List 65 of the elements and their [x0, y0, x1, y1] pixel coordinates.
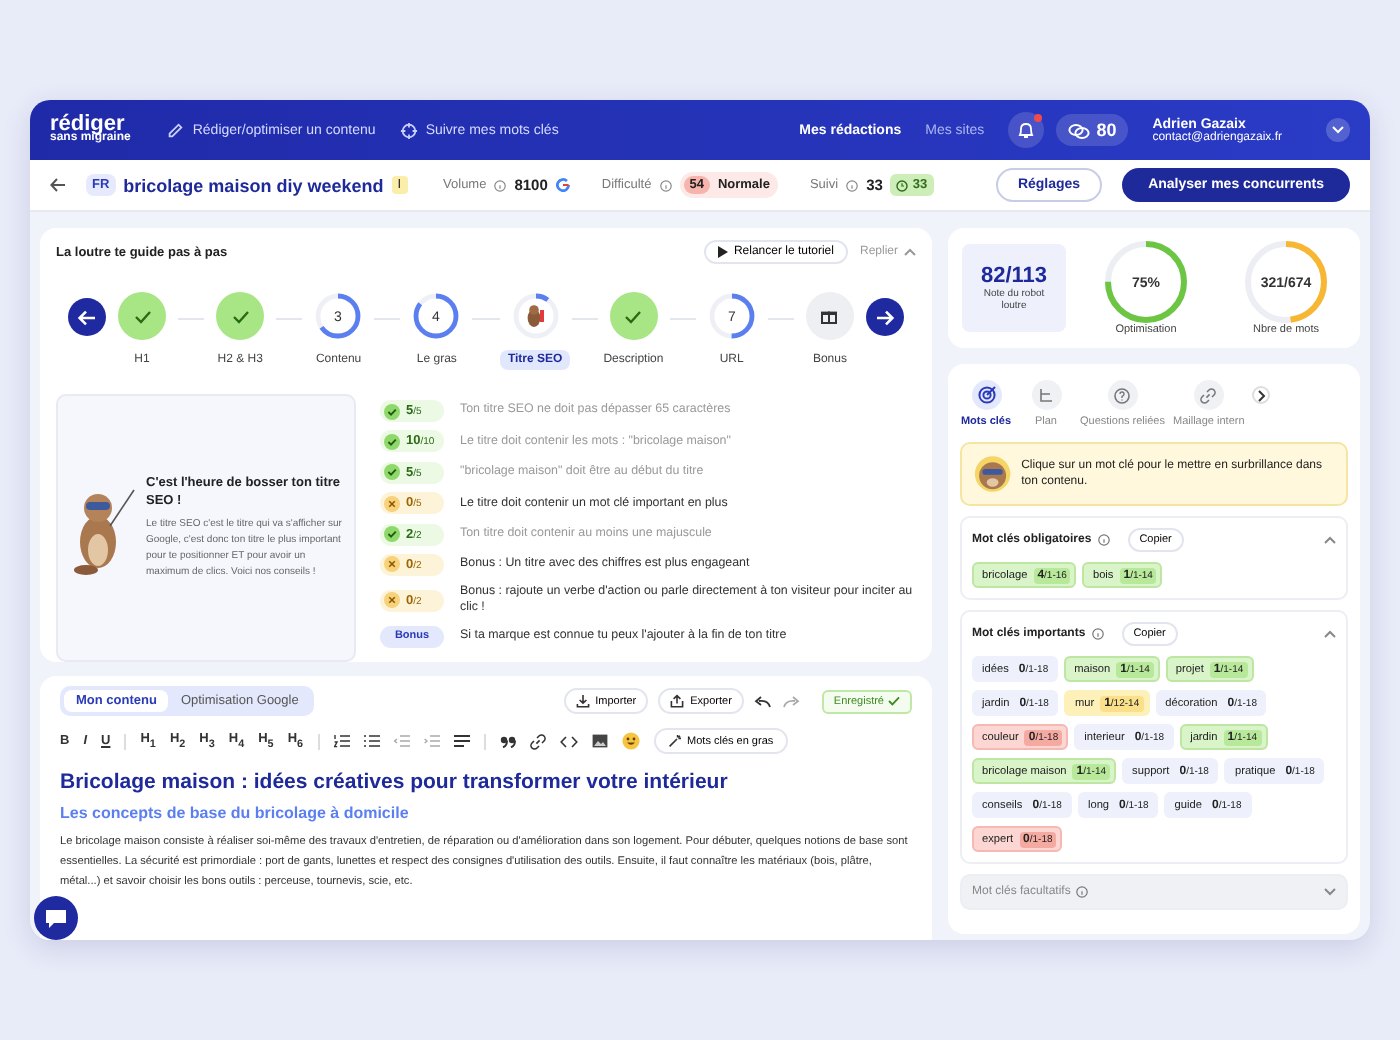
hierarchy-icon — [1038, 387, 1054, 403]
bell-icon — [1016, 120, 1037, 140]
chevron-down-icon — [1332, 126, 1344, 134]
download-icon — [575, 694, 590, 708]
step-done-icon[interactable] — [216, 292, 265, 340]
magic-wand-icon — [667, 734, 682, 748]
check-icon — [888, 696, 900, 706]
notification-button[interactable] — [1008, 112, 1045, 148]
cross-icon — [384, 495, 400, 512]
check-icon — [384, 403, 400, 419]
previous-button[interactable] — [68, 298, 106, 336]
check-icon — [384, 433, 400, 450]
step-done-icon[interactable] — [118, 292, 166, 340]
cross-icon — [384, 556, 400, 573]
scroll-tabs-button[interactable] — [1252, 386, 1271, 404]
quote-icon[interactable] — [499, 735, 516, 747]
undo-icon[interactable] — [753, 695, 772, 707]
numbered-list-icon[interactable] — [333, 734, 350, 748]
robot-score: 82/113 — [980, 264, 1048, 288]
chat-button[interactable] — [34, 896, 78, 940]
credits-count: 80 — [1096, 120, 1117, 140]
question-icon — [1114, 387, 1131, 403]
target-icon — [399, 121, 418, 139]
emoji-icon[interactable] — [621, 732, 640, 750]
content-heading: Bricolage maison : idées créatives pour transformer votre intérieur — [60, 770, 730, 794]
gift-icon[interactable] — [805, 292, 854, 340]
upload-icon — [670, 694, 685, 708]
link-icon — [1200, 387, 1217, 403]
back-arrow-icon[interactable] — [50, 178, 66, 192]
check-icon — [384, 464, 400, 481]
chevron-up-icon[interactable] — [1324, 630, 1336, 638]
target-icon — [977, 386, 995, 404]
info-icon — [1091, 628, 1104, 640]
arrow-left-icon — [78, 309, 96, 325]
info-icon — [494, 179, 507, 191]
clock-icon — [896, 179, 909, 191]
chevron-down-icon[interactable] — [1324, 888, 1336, 896]
chevron-up-icon[interactable] — [1324, 536, 1336, 544]
otter-avatar-icon — [974, 452, 1012, 496]
arrow-right-icon — [875, 309, 894, 325]
info-icon — [1076, 886, 1089, 898]
next-button[interactable] — [865, 298, 904, 336]
info-icon — [846, 179, 859, 191]
coins-icon — [1068, 121, 1091, 139]
chevron-right-icon — [1257, 389, 1266, 401]
step-progress-ring[interactable] — [511, 292, 560, 340]
check-icon — [384, 526, 400, 543]
chevron-up-icon — [904, 248, 916, 256]
info-icon — [1097, 534, 1110, 546]
keyword-title: bricolage maison diy weekend — [123, 175, 384, 195]
cross-icon — [384, 592, 400, 609]
image-icon[interactable] — [591, 734, 608, 748]
info-icon — [659, 179, 672, 191]
content-subheading: Les concepts de base du bricolage à domicile — [60, 804, 411, 822]
pencil-icon — [166, 121, 185, 139]
otter-icon — [526, 305, 544, 327]
bullet-list-icon[interactable] — [363, 734, 380, 748]
align-icon[interactable] — [453, 734, 470, 748]
account-menu-button[interactable] — [1326, 118, 1350, 142]
code-icon[interactable] — [559, 735, 578, 747]
chat-icon — [44, 907, 68, 929]
step-done-icon[interactable] — [609, 292, 658, 340]
play-icon — [717, 246, 728, 258]
link-icon[interactable] — [529, 733, 546, 749]
google-icon — [555, 178, 570, 192]
